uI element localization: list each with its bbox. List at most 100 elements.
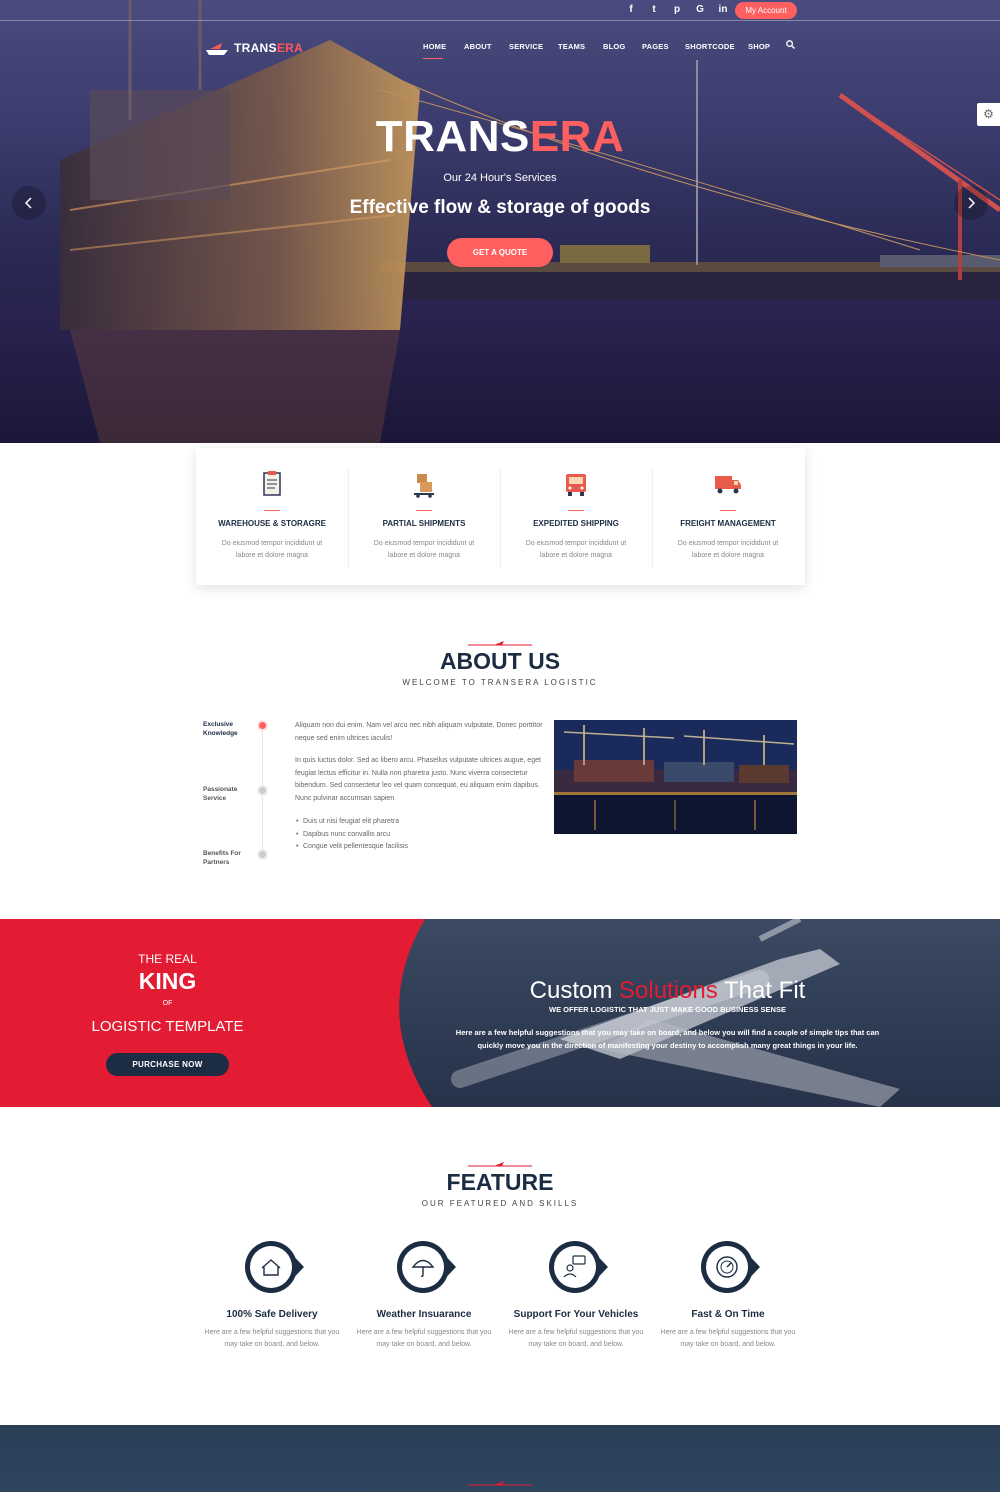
nav-service[interactable]: SERVICE (509, 42, 543, 51)
nav-blog[interactable]: BLOG (603, 42, 625, 51)
tab-passionate-service[interactable]: Passionate Service (203, 785, 258, 803)
nav-pages[interactable]: PAGES (642, 42, 669, 51)
site-logo[interactable]: TRANS ERA (206, 40, 303, 56)
feature-title: Weather Insuarance (376, 1309, 472, 1320)
section-mark-icon (468, 641, 532, 646)
clipboard-icon (258, 470, 286, 498)
service-item[interactable]: FREIGHT MANAGEMENT Do eiusmod tempor inc… (652, 448, 804, 585)
house-icon (245, 1241, 304, 1293)
feature-title: Support For Your Vehicles (513, 1309, 639, 1320)
my-account-button[interactable]: My Account (735, 2, 797, 19)
hero-background-image (0, 0, 1000, 443)
pinterest-icon[interactable]: p (669, 3, 685, 17)
service-title: FREIGHT MANAGEMENT (680, 519, 776, 528)
feature-item[interactable]: Fast & On Time Here are a few helpful su… (652, 1240, 804, 1360)
custom-solutions-heading: Custom Solutions That Fit (400, 977, 935, 1005)
feature-title: Fast & On Time (691, 1309, 765, 1320)
feature-item[interactable]: Weather Insuarance Here are a few helpfu… (348, 1240, 500, 1360)
next-section-background (0, 1425, 1000, 1492)
umbrella-icon (397, 1241, 456, 1293)
port-night-image (554, 720, 797, 834)
speedometer-icon (701, 1241, 760, 1293)
section-mark-icon (468, 1481, 532, 1486)
hero-title-part2: ERA (529, 112, 625, 161)
support-icon (549, 1241, 608, 1293)
heading-part-2: Solutions (619, 977, 718, 1004)
feature-subtitle: OUR FEATURED AND SKILLS (421, 1199, 579, 1208)
about-bullet: Congue velit pellentesque facilisis (296, 843, 408, 850)
logo-ship-icon (206, 42, 228, 55)
service-divider (568, 510, 584, 511)
chevron-left-icon[interactable] (12, 186, 46, 220)
service-item[interactable]: WAREHOUSE & STORAGRE Do eiusmod tempor i… (196, 448, 348, 585)
promo-line-1: THE REAL (138, 952, 197, 966)
hero-subtitle: Our 24 Hour's Services (443, 172, 557, 184)
promo-tagline: WE OFFER LOGISTIC THAT JUST MAKE GOOD BU… (549, 1005, 786, 1014)
service-desc: Do eiusmod tempor incididunt ut labore e… (221, 540, 323, 559)
promo-red-panel (0, 919, 432, 1107)
about-bullet: Duis ut nisi feugiat elit pharetra (296, 818, 399, 825)
about-subtitle: WELCOME TO TRANSERA LOGISTIC (402, 678, 598, 687)
feature-desc: Here are a few helpful suggestions that … (204, 1329, 340, 1348)
delivery-truck-icon (714, 470, 742, 498)
promo-line-4: LOGISTIC TEMPLATE (91, 1018, 244, 1035)
feature-desc: Here are a few helpful suggestions that … (660, 1329, 796, 1348)
hero-section: f t p G in My Account TRANS ERA HOME ABOU… (0, 0, 1000, 443)
service-item[interactable]: PARTIAL SHIPMENTS Do eiusmod tempor inci… (348, 448, 500, 585)
get-quote-button[interactable]: GET A QUOTE (447, 238, 553, 267)
service-desc: Do eiusmod tempor incididunt ut labore e… (525, 540, 627, 559)
nav-shortcode[interactable]: SHORTCODE (685, 42, 735, 51)
nav-active-underline (423, 58, 443, 59)
promo-line-2: KING (138, 968, 197, 994)
purchase-now-button[interactable]: PURCHASE NOW (106, 1053, 229, 1076)
hero-headline: Effective flow & storage of goods (349, 197, 651, 218)
service-title: EXPEDITED SHIPPING (533, 519, 619, 528)
tab-dot (259, 851, 266, 858)
about-paragraph-1: Aliquam non dui enim. Nam vel arcu nec n… (295, 722, 543, 742)
nav-about[interactable]: ABOUT (464, 42, 492, 51)
service-desc: Do eiusmod tempor incididunt ut labore e… (373, 540, 475, 559)
service-title: PARTIAL SHIPMENTS (382, 519, 466, 528)
nav-home[interactable]: HOME (423, 42, 446, 51)
truck-front-icon (562, 470, 590, 498)
about-title: ABOUT US (439, 648, 561, 674)
service-divider (720, 510, 736, 511)
chevron-right-icon[interactable] (954, 186, 988, 220)
heading-part-3: That Fit (717, 977, 806, 1004)
hand-truck-icon (410, 470, 438, 498)
feature-item[interactable]: 100% Safe Delivery Here are a few helpfu… (196, 1240, 348, 1360)
logo-text-era: ERA (276, 41, 304, 55)
heading-part-1: Custom (529, 977, 620, 1004)
feature-desc: Here are a few helpful suggestions that … (356, 1329, 492, 1348)
service-item[interactable]: EXPEDITED SHIPPING Do eiusmod tempor inc… (500, 448, 652, 585)
twitter-icon[interactable]: t (646, 3, 662, 17)
feature-title: FEATURE (446, 1169, 554, 1195)
promo-line-3: OF (162, 1000, 173, 1007)
service-divider (264, 510, 280, 511)
hero-title-part1: TRANS (375, 112, 530, 161)
tab-dot-active (259, 722, 266, 729)
service-desc: Do eiusmod tempor incididunt ut labore e… (677, 540, 779, 559)
hero-title: TRANSERA (0, 112, 1000, 162)
service-divider (416, 510, 432, 511)
about-bullet: Dapibus nunc convallis arcu (296, 831, 390, 838)
search-icon[interactable] (786, 40, 795, 51)
google-icon[interactable]: G (692, 3, 708, 17)
topbar-divider (0, 20, 1000, 21)
feature-item[interactable]: Support For Your Vehicles Here are a few… (500, 1240, 652, 1360)
tab-exclusive-knowledge[interactable]: Exclusive Knowledge (203, 720, 258, 738)
facebook-icon[interactable]: f (623, 3, 639, 17)
promo-band: THE REAL KING OF LOGISTIC TEMPLATE PURCH… (0, 919, 1000, 1107)
tab-dot (259, 787, 266, 794)
nav-shop[interactable]: SHOP (748, 42, 770, 51)
about-paragraph-2: In quis luctus dolor. Sed ac libero arcu… (295, 757, 541, 802)
logo-text-trans: TRANS (234, 41, 277, 55)
linkedin-icon[interactable]: in (715, 3, 731, 17)
services-card: WAREHOUSE & STORAGRE Do eiusmod tempor i… (196, 448, 805, 585)
promo-text: Here are a few helpful suggestions that … (455, 1028, 880, 1050)
service-title: WAREHOUSE & STORAGRE (218, 519, 326, 528)
feature-desc: Here are a few helpful suggestions that … (508, 1329, 644, 1348)
section-mark-icon (468, 1162, 532, 1167)
nav-teams[interactable]: TEAMS (558, 42, 585, 51)
tab-benefits-for-partners[interactable]: Benefits For Partners (203, 849, 258, 867)
